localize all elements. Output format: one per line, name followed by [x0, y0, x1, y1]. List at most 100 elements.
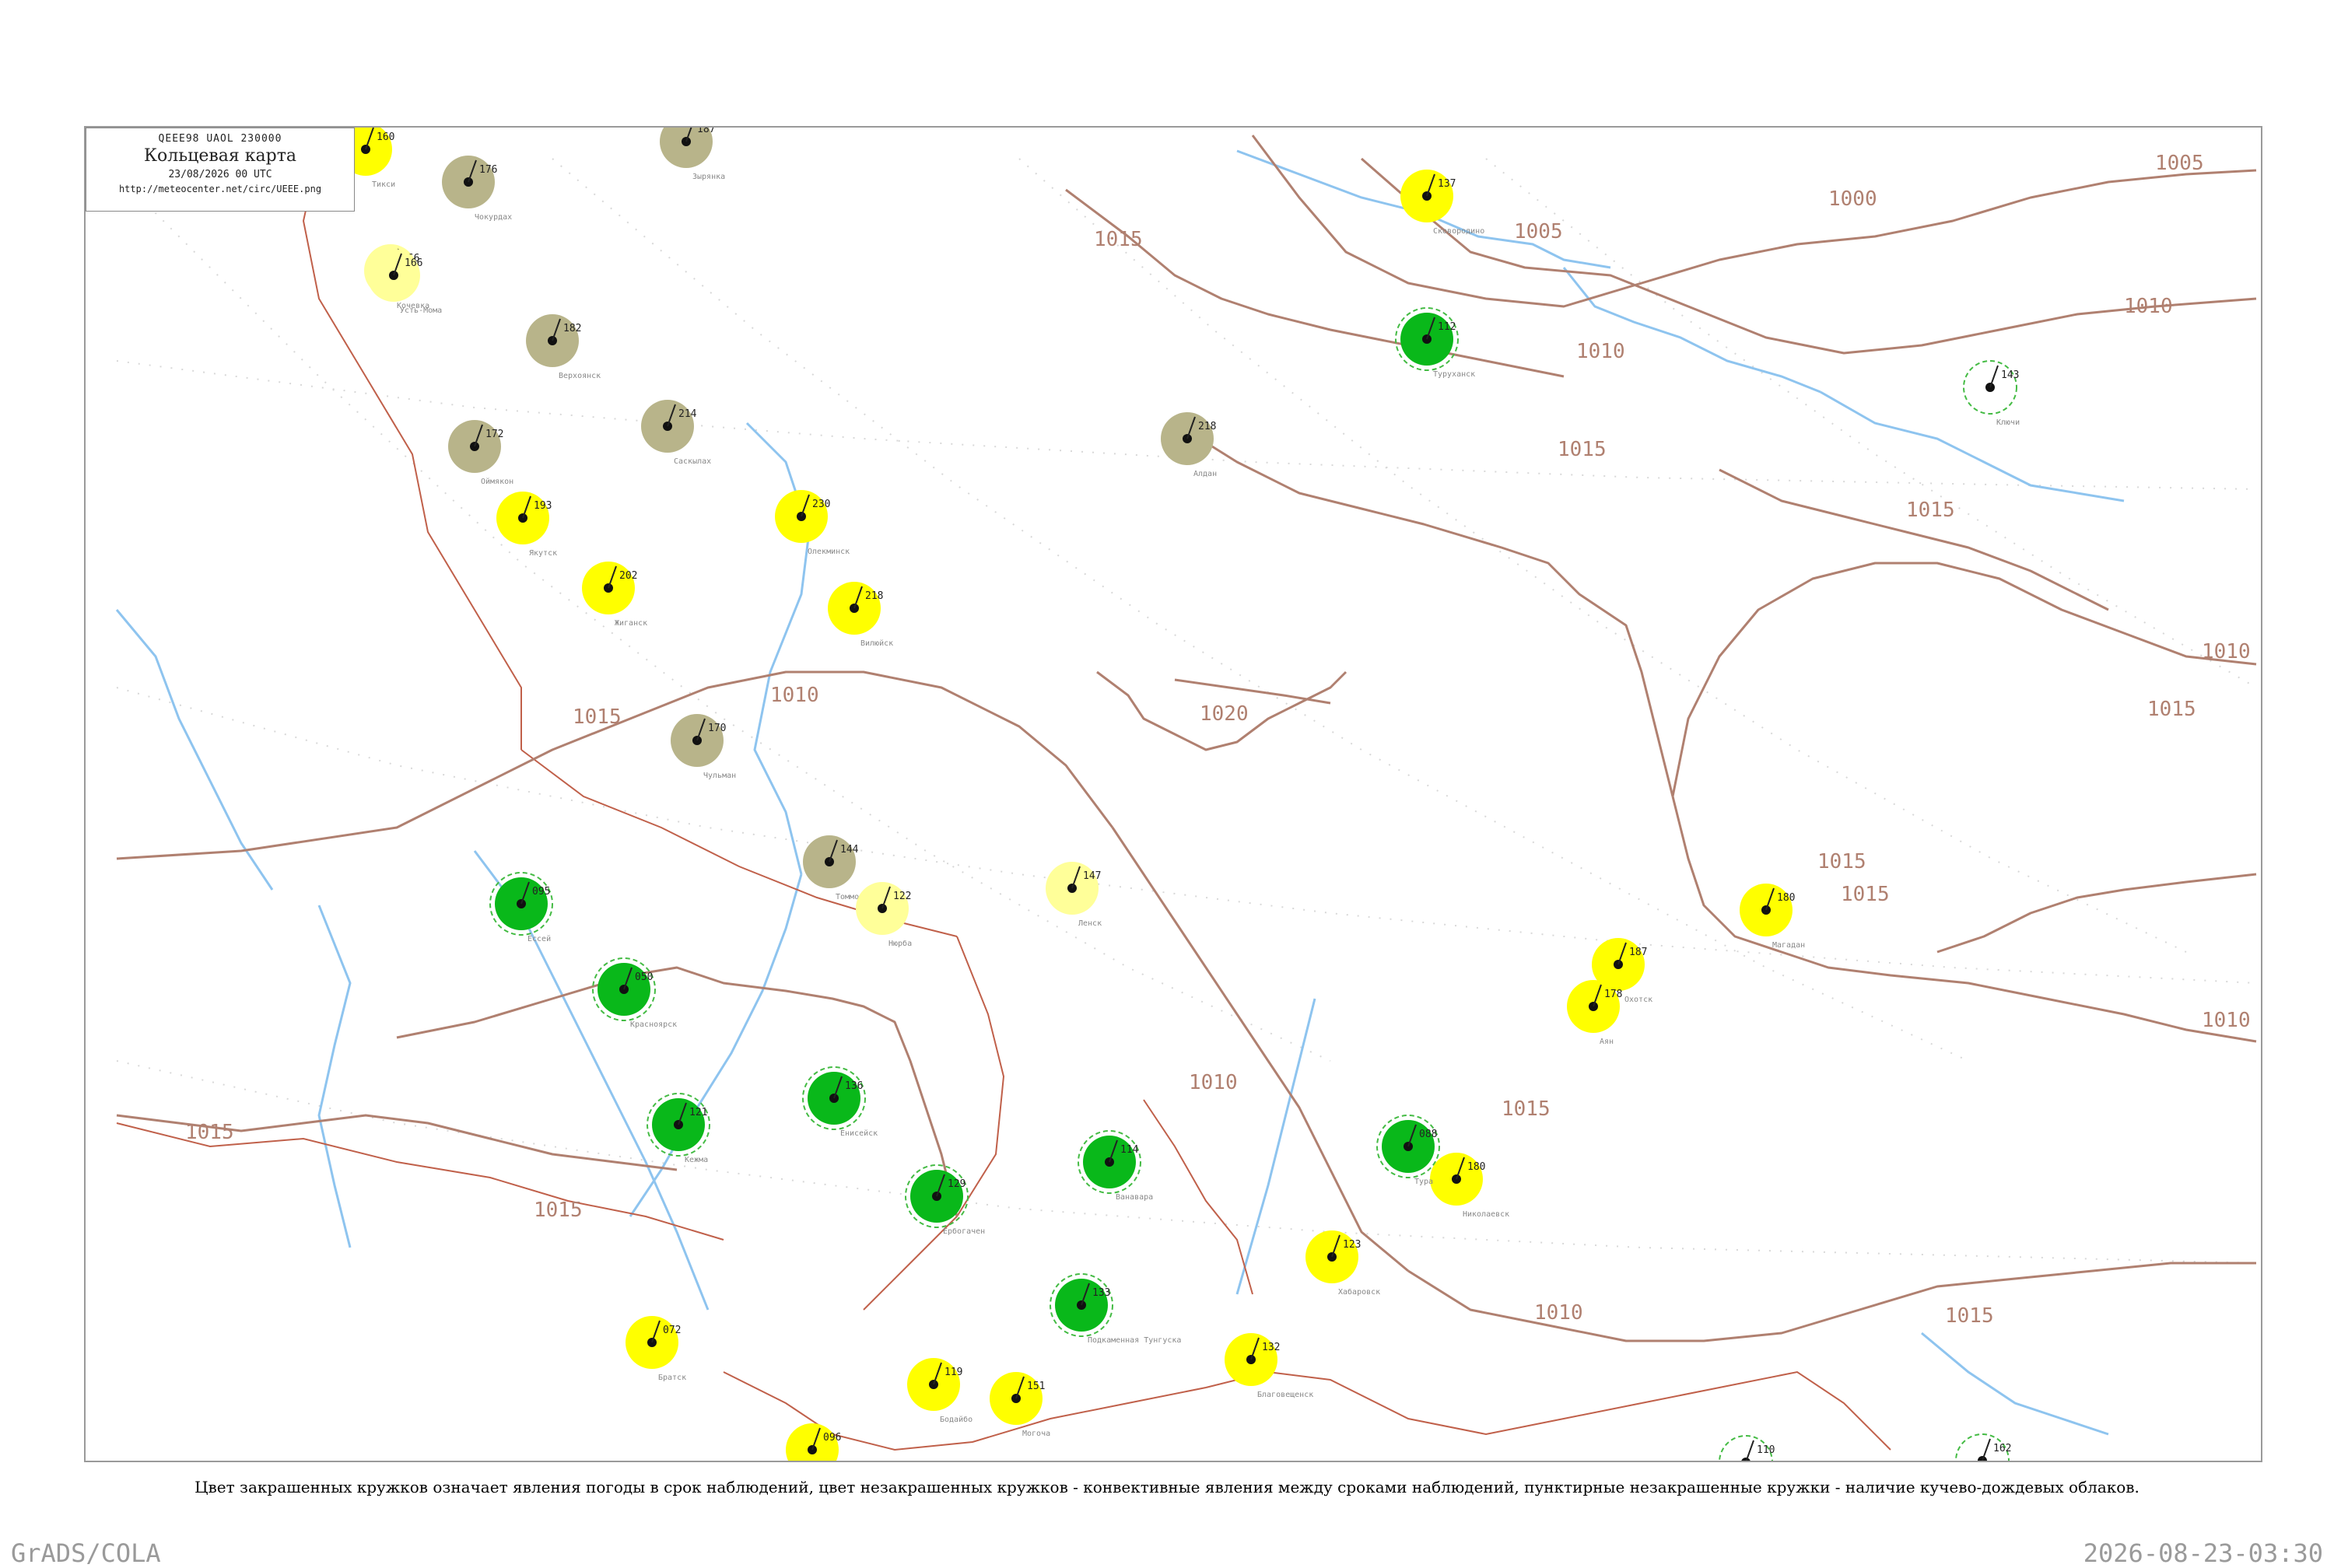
- border-line: [1143, 1099, 1253, 1295]
- station-pressure: 144: [840, 844, 859, 856]
- stations: 160Тикси166Кочевка176Чокурдах187Зырянка1…: [339, 128, 2049, 1461]
- isobar-label: 1015: [185, 1121, 234, 1144]
- station-marker[interactable]: 187 Зырянка: [660, 128, 725, 181]
- station-marker[interactable]: 129 Ербогачен: [905, 1164, 985, 1236]
- river-line: [1235, 998, 1316, 1295]
- station-marker[interactable]: 072 Братск: [626, 1316, 686, 1382]
- map-frame: 1000 1005 1005 1010 1010 1010 1010 1010 1010 1010…: [84, 126, 2262, 1462]
- station-name: Ключи: [1996, 418, 2020, 427]
- station-marker[interactable]: 096Чита: [786, 1423, 841, 1461]
- isobar-line: [1251, 135, 2257, 308]
- station-pressure: 050: [635, 971, 653, 983]
- station-marker[interactable]: 193 Якутск: [496, 492, 557, 558]
- isobar-label: 1020: [1200, 702, 1249, 726]
- station-marker[interactable]: 114 Ванавара: [1078, 1130, 1153, 1202]
- station-marker[interactable]: 147 Ленск: [1046, 862, 1102, 928]
- station-name: Саскылах: [674, 457, 711, 466]
- station-marker[interactable]: 170 Чульман: [671, 714, 736, 780]
- station-pressure: 132: [1262, 1342, 1280, 1353]
- station-name: Красноярск: [630, 1020, 677, 1029]
- station-marker[interactable]: 172 Оймякон: [448, 420, 513, 486]
- station-name: Чокурдах: [475, 213, 512, 222]
- station-name: Нюрба: [888, 939, 912, 948]
- station-marker[interactable]: 122 Нюрба: [856, 882, 912, 948]
- wind-barb: [1745, 1440, 1754, 1461]
- station-pressure: 193: [534, 500, 552, 512]
- river-line: [629, 873, 803, 1217]
- station-marker[interactable]: 137 Сковородино: [1400, 170, 1484, 236]
- station-marker[interactable]: 133 Подкаменная Тунгуска: [1050, 1273, 1181, 1345]
- border-line: [1205, 1370, 1642, 1436]
- station-pressure: 088: [1419, 1129, 1437, 1140]
- isobar-label: 1010: [2202, 640, 2251, 663]
- isobar-line: [1174, 422, 1674, 797]
- station-name: Зырянка: [692, 173, 725, 181]
- station-pressure: 180: [1777, 892, 1795, 904]
- station-marker[interactable]: 218 Алдан: [1161, 412, 1217, 478]
- rivers: [115, 149, 2125, 1436]
- isobar-label: 1015: [1906, 499, 1955, 522]
- station-pressure: 178: [1604, 989, 1622, 1000]
- isobar-line: [116, 670, 1114, 860]
- station-marker[interactable]: 143 Ключи: [1963, 360, 2020, 427]
- station-pressure: 123: [1343, 1239, 1361, 1251]
- isobar-line: [1065, 188, 1565, 378]
- station-pressure: 176: [479, 164, 497, 176]
- station-marker[interactable]: 110Южно-Сахалинск: [1719, 1435, 1817, 1461]
- station-marker[interactable]: 162Петропавловск: [1955, 1433, 2049, 1461]
- map-url[interactable]: http://meteocenter.net/circ/UEEE.png: [86, 184, 354, 194]
- station-pressure: 180: [1467, 1161, 1485, 1173]
- station-pressure: 110: [1757, 1444, 1775, 1456]
- isobar-label: 1015: [1817, 850, 1866, 873]
- footer-timestamp: 2026-08-23-03:30: [2083, 1538, 2323, 1568]
- isobar-label: 1000: [1828, 187, 1877, 211]
- station-name: Ванавара: [1116, 1193, 1153, 1202]
- isobar-labels: 1000 1005 1005 1010 1010 1010 1010 1010 1010 1010…: [185, 152, 2251, 1328]
- station-marker[interactable]: 180 Магадан: [1740, 884, 1805, 950]
- isobars: [116, 135, 2257, 1342]
- wind-barb: [1982, 1438, 1991, 1461]
- isobar-line: [1111, 827, 1409, 1272]
- station-name: Верхоянск: [559, 372, 601, 380]
- isobar-line: [1174, 678, 1331, 705]
- station-marker[interactable]: 144Томмот: [803, 835, 864, 901]
- station-pressure: 162: [1993, 1443, 2011, 1454]
- river-line: [1921, 1332, 2109, 1436]
- isobar-label: 1015: [1558, 438, 1607, 461]
- station-pressure: 230: [812, 499, 830, 510]
- station-marker[interactable]: 088 Тура: [1376, 1115, 1440, 1186]
- station-name: Вилюйск: [860, 639, 893, 648]
- station-marker[interactable]: 178 Аян: [1567, 980, 1622, 1046]
- station-name: Бодайбо: [940, 1415, 972, 1424]
- station-marker[interactable]: 180 Николаевск: [1430, 1153, 1509, 1219]
- station-marker[interactable]: 112 Туруханск: [1395, 307, 1475, 379]
- isobar-label: 1010: [2202, 1009, 2251, 1032]
- river-line: [1820, 390, 2125, 502]
- station-name: Енисейск: [840, 1129, 878, 1138]
- isobar-label: 1010: [770, 684, 819, 707]
- station-marker[interactable]: 123 Хабаровск: [1305, 1230, 1380, 1297]
- station-marker[interactable]: 176 Чокурдах: [442, 156, 512, 222]
- isobar-label: 1015: [1945, 1304, 1994, 1328]
- station-pressure: 218: [865, 590, 883, 602]
- station-marker[interactable]: 132 Благовещенск: [1225, 1333, 1313, 1399]
- station-marker[interactable]: 218 Вилюйск: [828, 582, 893, 648]
- station-pressure: 119: [944, 1367, 962, 1378]
- station-pressure: 166: [405, 257, 422, 269]
- station-name: Охотск: [1624, 996, 1652, 1004]
- station-marker[interactable]: 119 Бодайбо: [907, 1358, 972, 1424]
- station-marker[interactable]: 202 Жиганск: [582, 562, 647, 628]
- station-name: Олекминск: [808, 548, 850, 556]
- station-marker[interactable]: 136 Енисейск: [802, 1066, 878, 1138]
- station-pressure: 182: [563, 323, 581, 334]
- station-name: Ербогачен: [943, 1227, 985, 1236]
- station-name: Оймякон: [481, 477, 513, 486]
- station-marker[interactable]: 214 Саскылах: [641, 400, 711, 466]
- isobar-label: 1015: [1094, 228, 1143, 251]
- station-marker[interactable]: 182 Верхоянск: [526, 314, 601, 380]
- station-pressure: 112: [1438, 321, 1456, 333]
- station-marker[interactable]: 230 Олекминск: [775, 490, 850, 556]
- isobar-line: [396, 966, 958, 1217]
- station-pressure: 096: [823, 1432, 841, 1444]
- station-pressure: 151: [1027, 1381, 1045, 1392]
